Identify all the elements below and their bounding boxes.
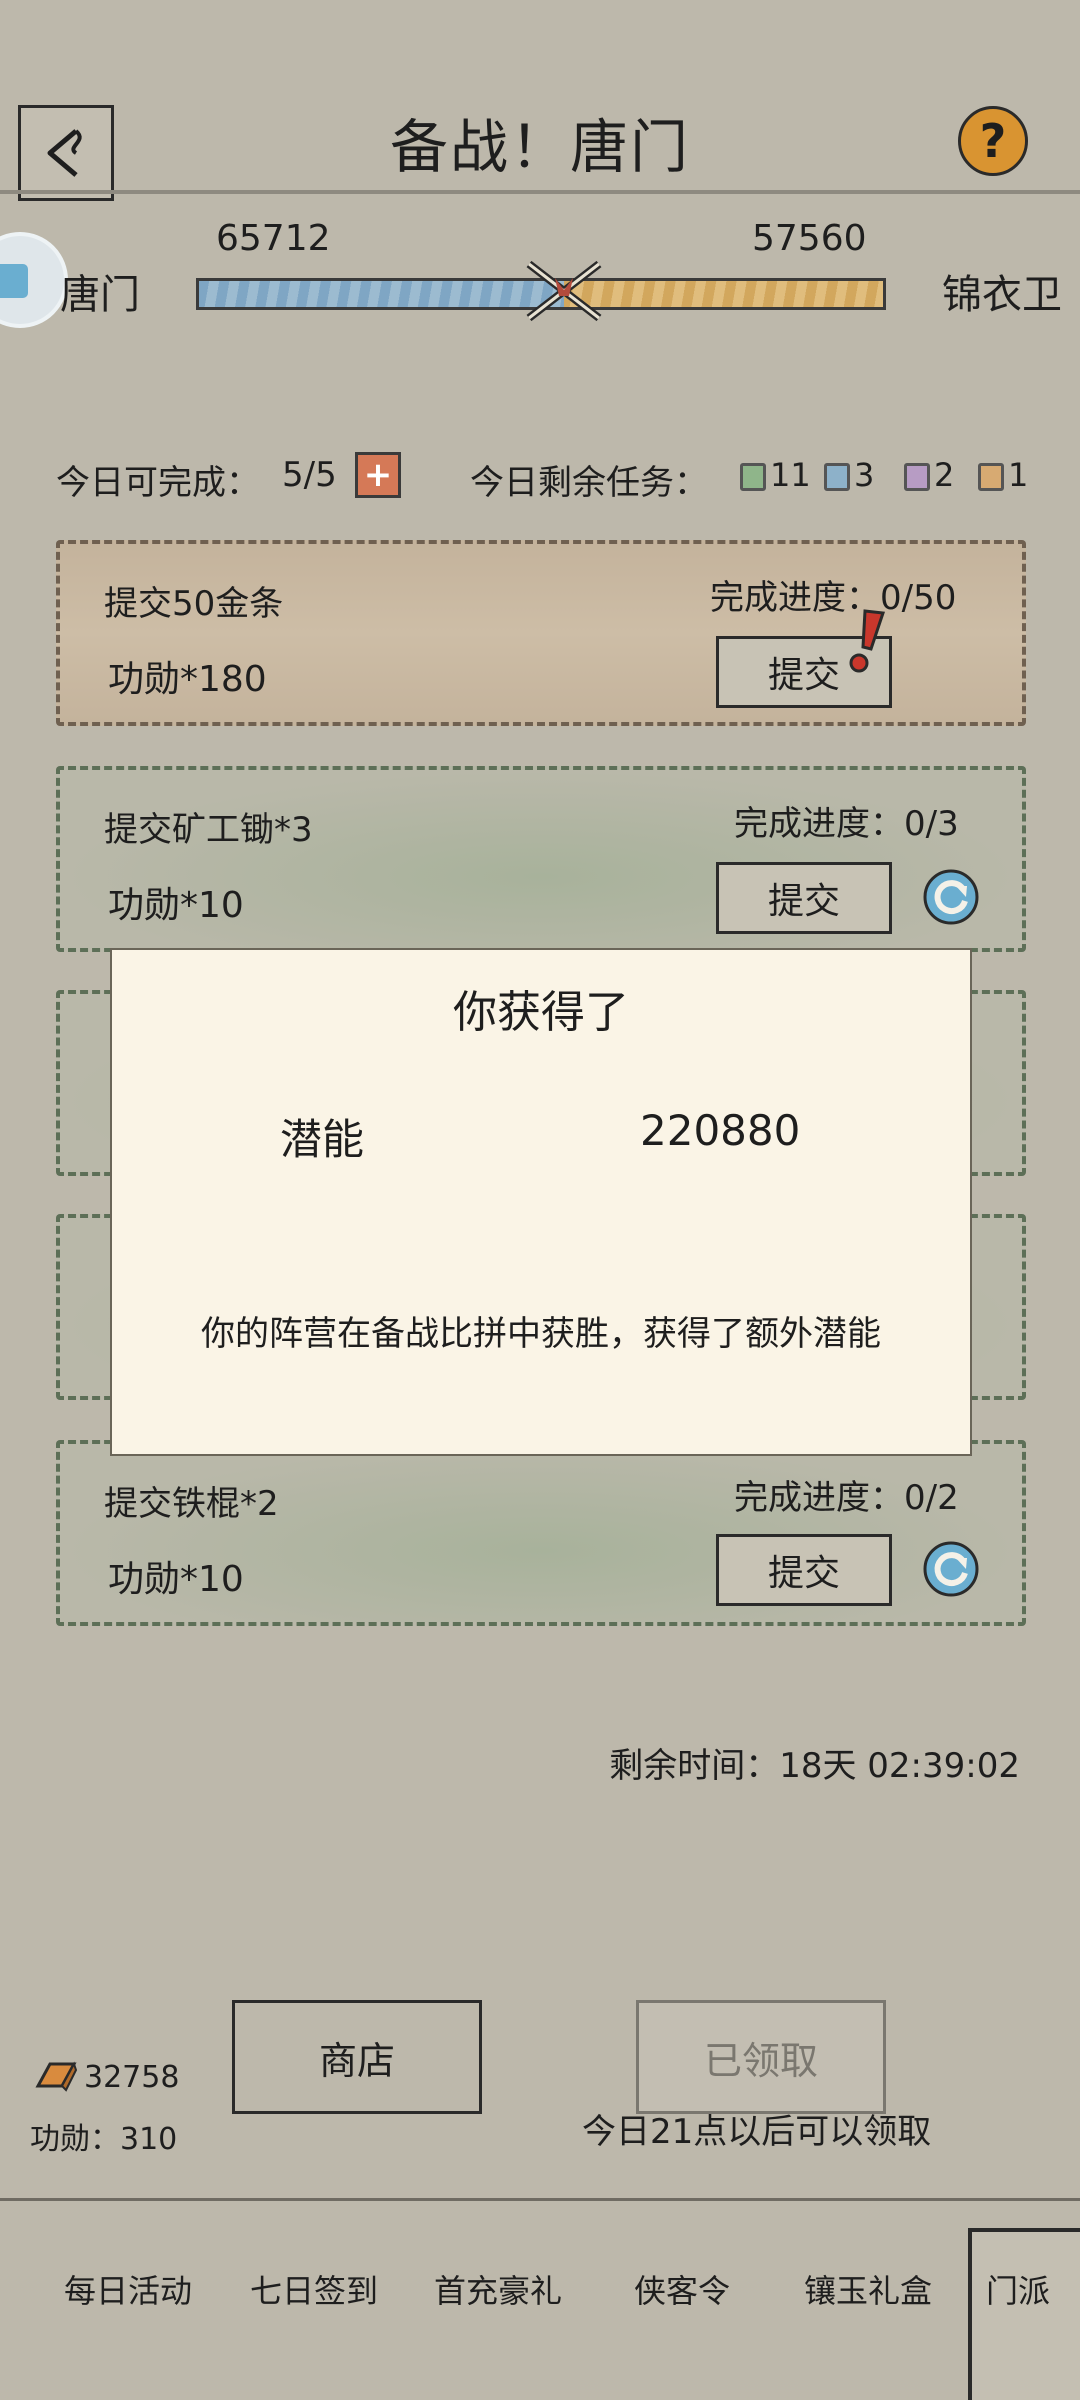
nav-active-tab-bg	[968, 2228, 1080, 2400]
chip-blue	[824, 463, 850, 491]
daily-complete-label: 今日可完成：	[56, 463, 260, 503]
plus-icon: +	[363, 455, 393, 495]
merit-count: 功勋：310	[30, 2122, 178, 2157]
nav-first-recharge[interactable]: 首充豪礼	[434, 2266, 562, 2312]
header-divider	[0, 190, 1080, 194]
task-name: 提交矿工锄*3	[104, 810, 313, 850]
add-attempts-button[interactable]: +	[355, 452, 401, 498]
alert-icon	[849, 609, 886, 673]
side-badge[interactable]	[0, 232, 68, 328]
remaining-time: 剩余时间：18天 02:39:02	[609, 1746, 1020, 1786]
refresh-icon[interactable]	[922, 868, 980, 926]
help-button[interactable]: ?	[958, 106, 1028, 176]
task-name: 提交铁棍*2	[104, 1484, 279, 1524]
task-progress: 完成进度：0/50	[710, 578, 957, 618]
shop-button[interactable]: 商店	[232, 2000, 482, 2114]
nav-divider	[0, 2198, 1080, 2201]
right-faction: 锦衣卫	[942, 272, 1062, 318]
remaining-tasks-label: 今日剩余任务：	[470, 463, 708, 503]
chip-blue-count: 3	[854, 456, 875, 494]
chip-orange	[978, 463, 1004, 491]
task-reward: 功勋*10	[108, 885, 244, 926]
nav-daily-activity[interactable]: 每日活动	[64, 2266, 192, 2312]
gold-bar-icon	[35, 2061, 78, 2092]
task-reward: 功勋*180	[108, 659, 267, 700]
chip-green	[740, 463, 766, 491]
dialog-title: 你获得了	[453, 987, 629, 1038]
task-reward: 功勋*10	[108, 1559, 244, 1600]
claimed-button[interactable]: 已领取	[636, 2000, 886, 2114]
page-title: 备战！唐门	[389, 113, 690, 181]
right-progress-fill	[563, 281, 883, 307]
claim-hint: 今日21点以后可以领取	[582, 2112, 932, 2152]
refresh-icon[interactable]	[922, 1540, 980, 1598]
right-score: 57560	[752, 218, 867, 259]
chip-purple	[904, 463, 930, 491]
submit-button[interactable]: 提交	[716, 1534, 892, 1606]
left-score: 65712	[216, 218, 331, 259]
dialog-message: 你的阵营在备战比拼中获胜，获得了额外潜能	[201, 1314, 881, 1354]
chip-green-count: 11	[770, 456, 811, 494]
chip-purple-count: 2	[934, 456, 955, 494]
reward-item-value: 220880	[640, 1106, 801, 1155]
badge-icon	[0, 264, 28, 298]
chip-orange-count: 1	[1008, 456, 1029, 494]
task-progress: 完成进度：0/3	[734, 804, 959, 844]
crossed-swords-icon	[526, 260, 602, 322]
question-icon: ?	[979, 114, 1007, 168]
nav-sect[interactable]: 门派	[986, 2266, 1050, 2312]
daily-complete-value: 5/5	[282, 455, 337, 495]
submit-button[interactable]: 提交	[716, 862, 892, 934]
reward-item-label: 潜能	[280, 1115, 365, 1164]
nav-seven-day-signin[interactable]: 七日签到	[250, 2266, 378, 2312]
task-name: 提交50金条	[104, 584, 284, 624]
left-faction: 唐门	[60, 272, 140, 318]
nav-hero-order[interactable]: 侠客令	[634, 2266, 730, 2312]
reward-dialog[interactable]: 你获得了 潜能 220880 你的阵营在备战比拼中获胜，获得了额外潜能	[110, 948, 972, 1456]
task-progress: 完成进度：0/2	[734, 1478, 959, 1518]
gold-amount: 32758	[84, 2060, 180, 2095]
left-progress-fill	[199, 281, 564, 307]
nav-jade-giftbox[interactable]: 镶玉礼盒	[804, 2266, 932, 2312]
